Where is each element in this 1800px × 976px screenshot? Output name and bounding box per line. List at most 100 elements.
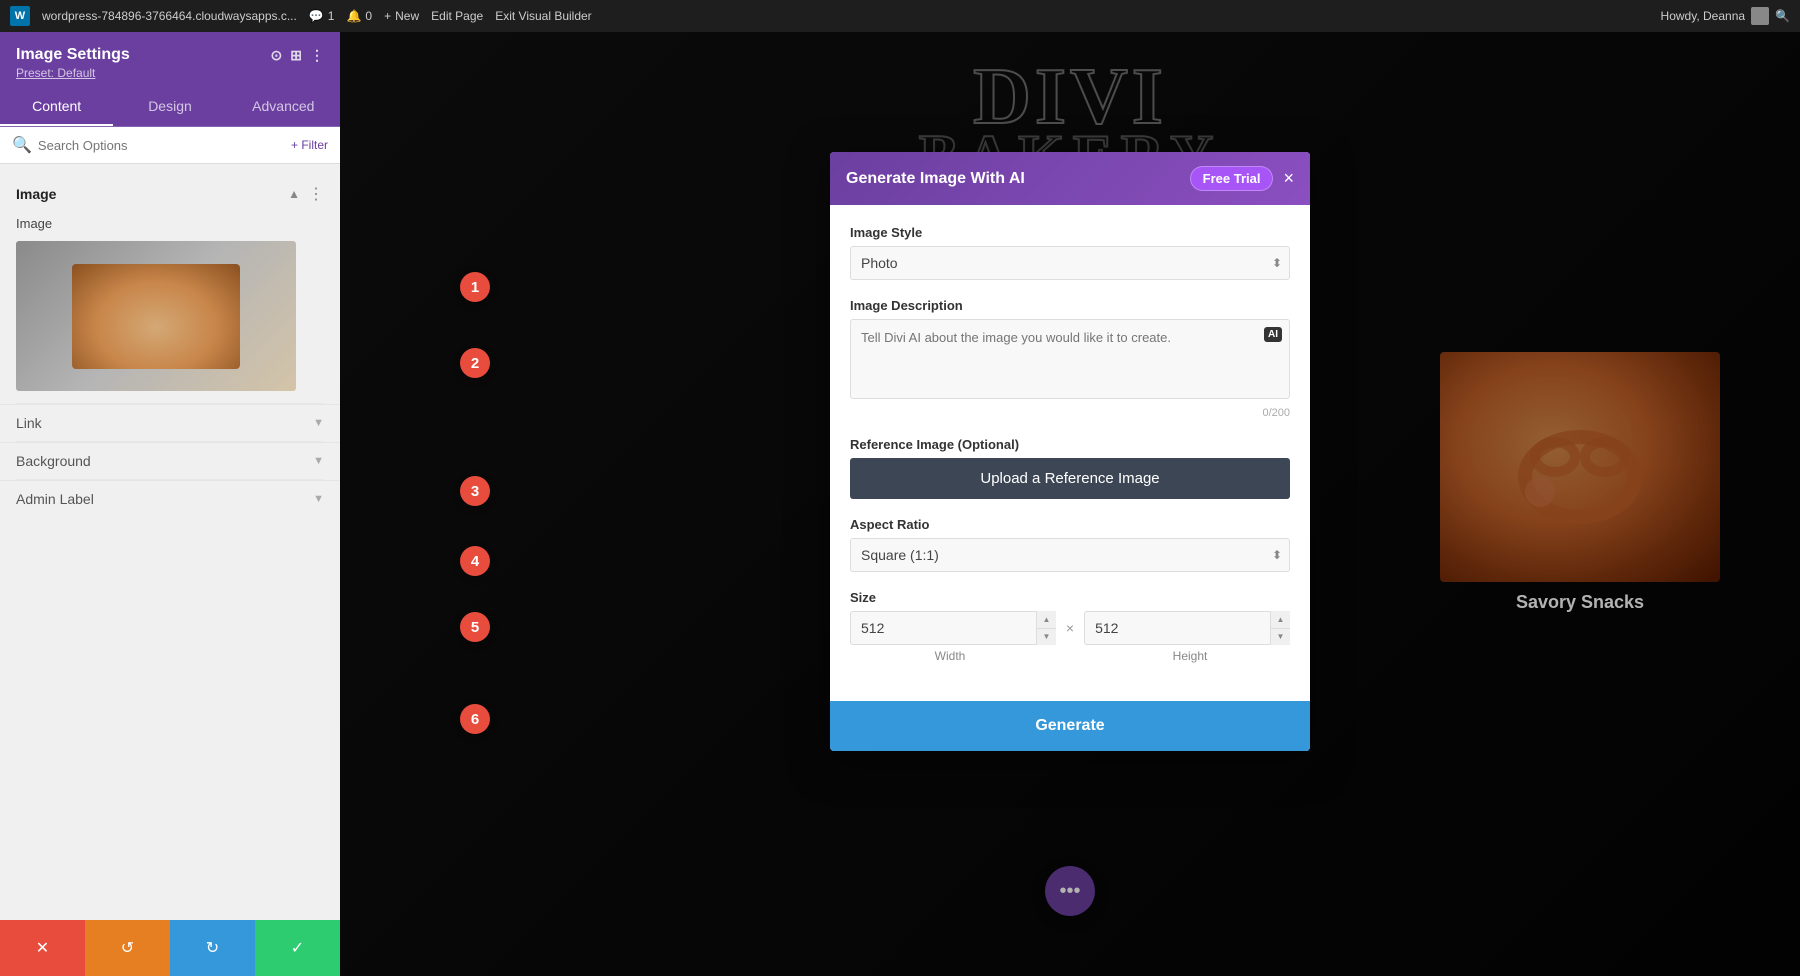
size-x-icon: × xyxy=(1066,620,1074,636)
image-description-label: Image Description xyxy=(850,298,1290,313)
background-section[interactable]: Background ▼ xyxy=(0,442,340,479)
step-badge-2: 2 xyxy=(460,348,490,378)
upload-reference-button[interactable]: Upload a Reference Image xyxy=(850,458,1290,499)
height-up-button[interactable]: ▲ xyxy=(1271,611,1290,629)
image-style-group: Image Style Photo xyxy=(850,225,1290,280)
reference-image-group: Reference Image (Optional) Upload a Refe… xyxy=(850,437,1290,499)
width-up-button[interactable]: ▲ xyxy=(1037,611,1056,629)
modal-body: Image Style Photo Image Description AI 0… xyxy=(830,205,1310,701)
redo-button[interactable]: ↻ xyxy=(170,920,255,976)
background-section-title: Background xyxy=(16,453,91,469)
link-section[interactable]: Link ▼ xyxy=(0,404,340,441)
modal-title: Generate Image With AI xyxy=(846,170,1025,188)
width-input-wrap: ▲ ▼ xyxy=(850,611,1056,645)
wp-admin-bar: W wordpress-784896-3766464.cloudwaysapps… xyxy=(0,0,1800,32)
close-button[interactable]: ✕ xyxy=(0,920,85,976)
modal-overlay: Generate Image With AI Free Trial × Imag… xyxy=(340,32,1800,976)
height-down-button[interactable]: ▼ xyxy=(1271,629,1290,646)
size-labels: Width Height xyxy=(850,649,1290,663)
size-label: Size xyxy=(850,590,1290,605)
image-description-group: Image Description AI 0/200 xyxy=(850,298,1290,419)
step-badge-6: 6 xyxy=(460,704,490,734)
image-style-select[interactable]: Photo xyxy=(850,246,1290,280)
new-button[interactable]: + New xyxy=(384,9,419,23)
more-icon[interactable]: ⋮ xyxy=(310,47,324,64)
ai-icon[interactable]: AI xyxy=(1264,327,1282,342)
preview-food-image xyxy=(72,264,240,369)
section-more-icon[interactable]: ⋮ xyxy=(308,184,324,204)
free-trial-badge[interactable]: Free Trial xyxy=(1190,166,1274,191)
modal-header: Generate Image With AI Free Trial × xyxy=(830,152,1310,205)
link-arrow-icon: ▼ xyxy=(313,417,324,429)
close-icon: ✕ xyxy=(36,938,49,958)
generate-button[interactable]: Generate xyxy=(830,701,1310,751)
width-down-button[interactable]: ▼ xyxy=(1037,629,1056,646)
image-preview[interactable] xyxy=(16,241,296,391)
aspect-ratio-group: Aspect Ratio Square (1:1) xyxy=(850,517,1290,572)
target-icon[interactable]: ⊙ xyxy=(271,47,283,64)
step-badge-3: 3 xyxy=(460,476,490,506)
step-badge-4: 4 xyxy=(460,546,490,576)
aspect-ratio-select[interactable]: Square (1:1) xyxy=(850,538,1290,572)
sidebar-header: Image Settings ⊙ ⊞ ⋮ Preset: Default xyxy=(0,32,340,88)
admin-label-section[interactable]: Admin Label ▼ xyxy=(0,480,340,517)
comments-count[interactable]: 💬 1 xyxy=(309,9,335,23)
admin-label-section-title: Admin Label xyxy=(16,491,94,507)
exit-builder-button[interactable]: Exit Visual Builder xyxy=(495,9,592,23)
step-badge-1: 1 xyxy=(460,272,490,302)
undo-button[interactable]: ↺ xyxy=(85,920,170,976)
preset-label[interactable]: Preset: Default xyxy=(16,66,324,80)
modal-close-button[interactable]: × xyxy=(1283,168,1294,189)
height-spinner: ▲ ▼ xyxy=(1270,611,1290,645)
height-label: Height xyxy=(1090,649,1290,663)
sidebar-title-icons: ⊙ ⊞ ⋮ xyxy=(271,47,324,64)
search-input[interactable] xyxy=(38,138,285,153)
size-x-spacer xyxy=(1060,649,1080,663)
sidebar-title-row: Image Settings ⊙ ⊞ ⋮ xyxy=(16,46,324,64)
plus-icon: + xyxy=(384,9,391,23)
height-input[interactable] xyxy=(1084,611,1290,645)
notifications-count[interactable]: 🔔 0 xyxy=(346,9,372,23)
filter-button[interactable]: + Filter xyxy=(291,138,328,152)
left-sidebar: Image Settings ⊙ ⊞ ⋮ Preset: Default Con… xyxy=(0,32,340,976)
edit-page-button[interactable]: Edit Page xyxy=(431,9,483,23)
redo-icon: ↻ xyxy=(206,938,219,958)
columns-icon[interactable]: ⊞ xyxy=(290,47,302,64)
section-controls: ▲ ⋮ xyxy=(288,184,324,204)
size-row: ▲ ▼ × ▲ ▼ xyxy=(850,611,1290,645)
width-label: Width xyxy=(850,649,1050,663)
size-group: Size ▲ ▼ × ▲ ▼ xyxy=(850,590,1290,663)
user-avatar xyxy=(1751,7,1769,25)
step-badge-5: 5 xyxy=(460,612,490,642)
modal-header-right: Free Trial × xyxy=(1190,166,1294,191)
image-style-select-wrapper: Photo xyxy=(850,246,1290,280)
char-counter: 0/200 xyxy=(850,407,1290,419)
comment-icon: 💬 xyxy=(309,9,324,23)
height-input-wrap: ▲ ▼ xyxy=(1084,611,1290,645)
collapse-arrow-icon[interactable]: ▲ xyxy=(288,187,300,201)
save-icon: ✓ xyxy=(291,938,304,958)
wp-logo-icon[interactable]: W xyxy=(10,6,30,26)
link-section-title: Link xyxy=(16,415,42,431)
reference-image-label: Reference Image (Optional) xyxy=(850,437,1290,452)
admin-arrow-icon: ▼ xyxy=(313,493,324,505)
aspect-ratio-label: Aspect Ratio xyxy=(850,517,1290,532)
search-icon: 🔍 xyxy=(12,135,32,155)
image-section-header[interactable]: Image ▲ ⋮ xyxy=(0,172,340,212)
width-spinner: ▲ ▼ xyxy=(1036,611,1056,645)
generate-image-modal: Generate Image With AI Free Trial × Imag… xyxy=(830,152,1310,751)
sidebar-body: Image ▲ ⋮ Image Link ▼ Background ▼ xyxy=(0,164,340,939)
save-button[interactable]: ✓ xyxy=(255,920,340,976)
notification-icon: 🔔 xyxy=(346,9,361,23)
search-icon[interactable]: 🔍 xyxy=(1775,9,1790,23)
tab-advanced[interactable]: Advanced xyxy=(227,88,340,126)
bottom-action-bar: ✕ ↺ ↻ ✓ xyxy=(0,920,340,976)
site-url[interactable]: wordpress-784896-3766464.cloudwaysapps.c… xyxy=(42,9,297,23)
sidebar-search-bar: 🔍 + Filter xyxy=(0,127,340,164)
aspect-ratio-select-wrapper: Square (1:1) xyxy=(850,538,1290,572)
width-input[interactable] xyxy=(850,611,1056,645)
background-arrow-icon: ▼ xyxy=(313,455,324,467)
tab-content[interactable]: Content xyxy=(0,88,113,126)
tab-design[interactable]: Design xyxy=(113,88,226,126)
image-description-textarea[interactable] xyxy=(850,319,1290,399)
